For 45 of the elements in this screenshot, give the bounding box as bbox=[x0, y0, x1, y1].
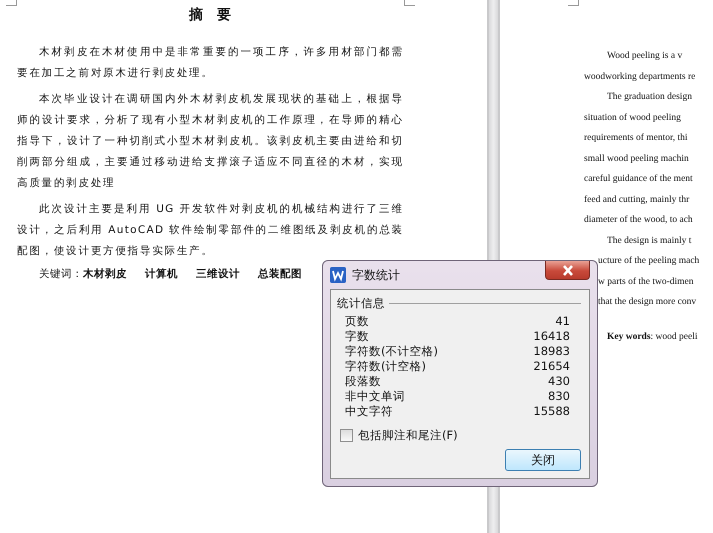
text-line: w parts of the two-dimen bbox=[597, 276, 694, 288]
text-line: diameter of the wood, to ach bbox=[584, 214, 693, 227]
stat-label: 页数 bbox=[345, 314, 369, 329]
text-line: The design is mainly t bbox=[606, 234, 692, 248]
keywords-label: 关键词： bbox=[39, 267, 83, 281]
dialog-title: 字数统计 bbox=[352, 266, 400, 284]
keyword: 总装配图 bbox=[258, 267, 302, 281]
close-dialog-button[interactable]: 关闭 bbox=[505, 449, 581, 471]
text-line: that the design more conv bbox=[597, 296, 696, 309]
stat-label: 字符数(计空格) bbox=[345, 359, 426, 374]
footnotes-checkbox[interactable] bbox=[340, 429, 353, 442]
text-line: Wood peeling is a v bbox=[606, 50, 682, 63]
keyword: 计算机 bbox=[145, 267, 178, 281]
stat-label: 中文字符 bbox=[345, 404, 393, 419]
text-line: The graduation design bbox=[606, 91, 692, 104]
app-logo-icon bbox=[330, 267, 346, 283]
text-line: Key words: wood peeli bbox=[606, 330, 698, 344]
checkbox-label: 包括脚注和尾注(F) bbox=[358, 428, 458, 443]
keyword: 木材剥皮 bbox=[83, 267, 127, 281]
text-line: careful guidance of the ment bbox=[584, 173, 693, 186]
stat-label: 字数 bbox=[345, 329, 369, 344]
text-line: woodworking departments re bbox=[584, 70, 696, 84]
text-line: situation of wood peeling bbox=[584, 112, 681, 124]
stat-label: 字符数(不计空格) bbox=[345, 344, 438, 359]
abstract-paragraph: 此次设计主要是利用 UG 开发软件对剥皮机的机械结构进行了三维设计，之后利用 AutoCAD 软件绘制零部件的二维图纸及剥皮机的总装配图，使设计更方便指导实际生产。 bbox=[17, 202, 404, 259]
stat-value: 15588 bbox=[533, 404, 570, 419]
stat-label: 段落数 bbox=[345, 374, 381, 389]
text-line: ucture of the peeling mach bbox=[597, 255, 700, 268]
close-icon bbox=[560, 264, 574, 276]
abstract-paragraph: 木材剥皮在木材使用中是非常重要的一项工序，许多用材部门都需要在加工之前对原木进行剥皮处理。 bbox=[17, 45, 404, 81]
group-label: 统计信息 bbox=[337, 296, 385, 311]
stat-value: 18983 bbox=[533, 344, 570, 359]
close-button[interactable] bbox=[545, 261, 590, 280]
stat-value: 41 bbox=[555, 314, 570, 329]
stat-label: 非中文单词 bbox=[345, 389, 405, 404]
keyword: 三维设计 bbox=[196, 267, 240, 281]
stat-value: 21654 bbox=[533, 359, 570, 374]
text-line: requirements of mentor, thi bbox=[584, 132, 688, 145]
stat-value: 430 bbox=[548, 374, 570, 389]
abstract-paragraph: 本次毕业设计在调研国内外木材剥皮机发展现状的基础上，根据导师的设计要求，分析了现有小型木材剥皮机的工作原理，在导师的精心指导下，设计了一种切削式小型木材剥皮机。该剥皮机主要由进给和切削两部分组成，主要通过移动进给支撑滚子适应不同直径的木材，实现高质量的剥皮处理 bbox=[17, 92, 404, 191]
text-line: small wood peeling machin bbox=[584, 152, 689, 166]
stat-value: 16418 bbox=[533, 329, 570, 344]
text-line: feed and cutting, mainly thr bbox=[584, 194, 690, 206]
stat-value: 830 bbox=[548, 389, 570, 404]
abstract-title: 摘 要 bbox=[188, 6, 232, 24]
